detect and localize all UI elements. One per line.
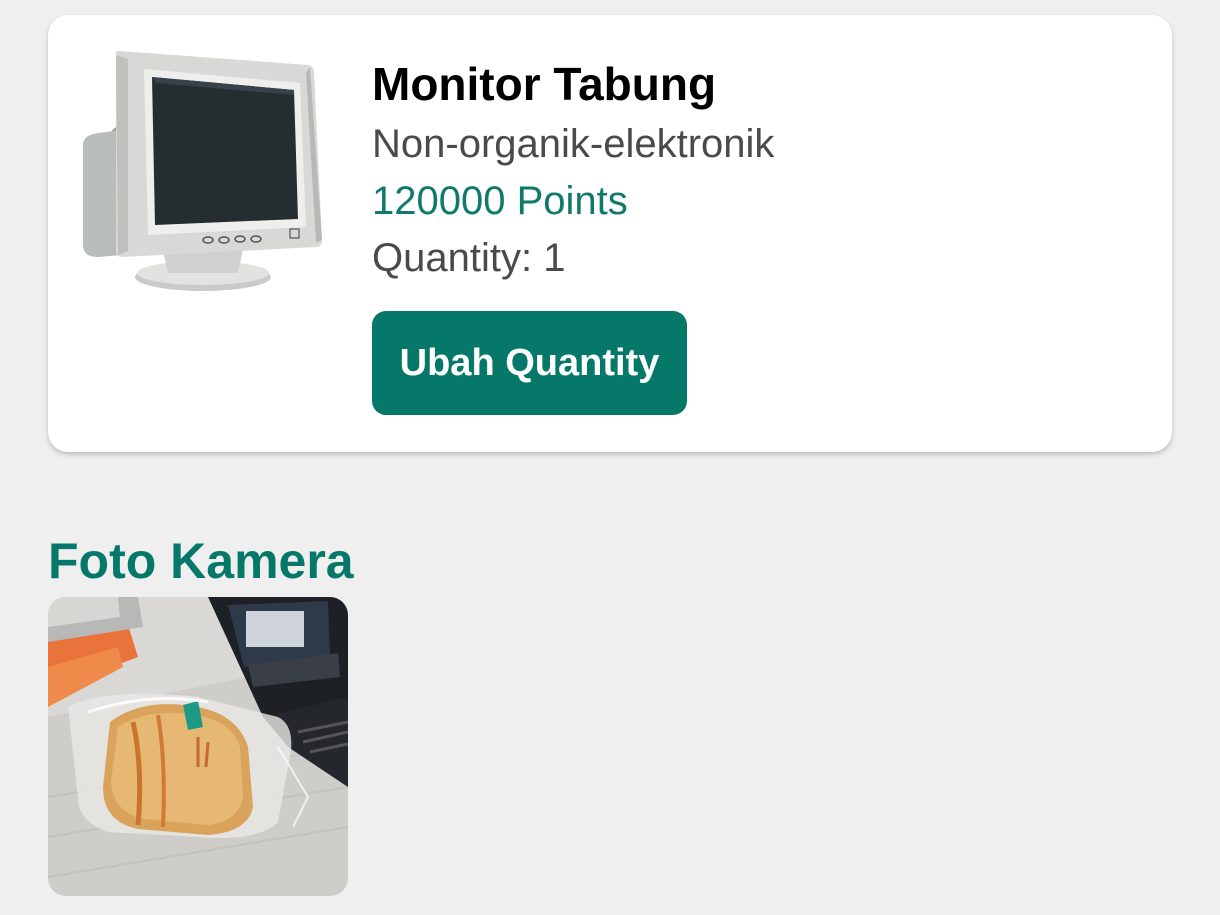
item-info: Monitor Tabung Non-organik-elektronik 12… (372, 55, 774, 278)
camera-photo[interactable] (48, 597, 348, 896)
item-points: 120000 Points (372, 179, 628, 223)
edit-quantity-button[interactable]: Ubah Quantity (372, 311, 687, 415)
item-category: Non-organik-elektronik (372, 122, 775, 166)
item-name: Monitor Tabung (372, 58, 717, 110)
item-quantity: Quantity: 1 (372, 236, 566, 280)
camera-section-title: Foto Kamera (48, 533, 354, 589)
crt-monitor-image (78, 45, 328, 295)
cart-item-card: Monitor Tabung Non-organik-elektronik 12… (48, 15, 1172, 452)
